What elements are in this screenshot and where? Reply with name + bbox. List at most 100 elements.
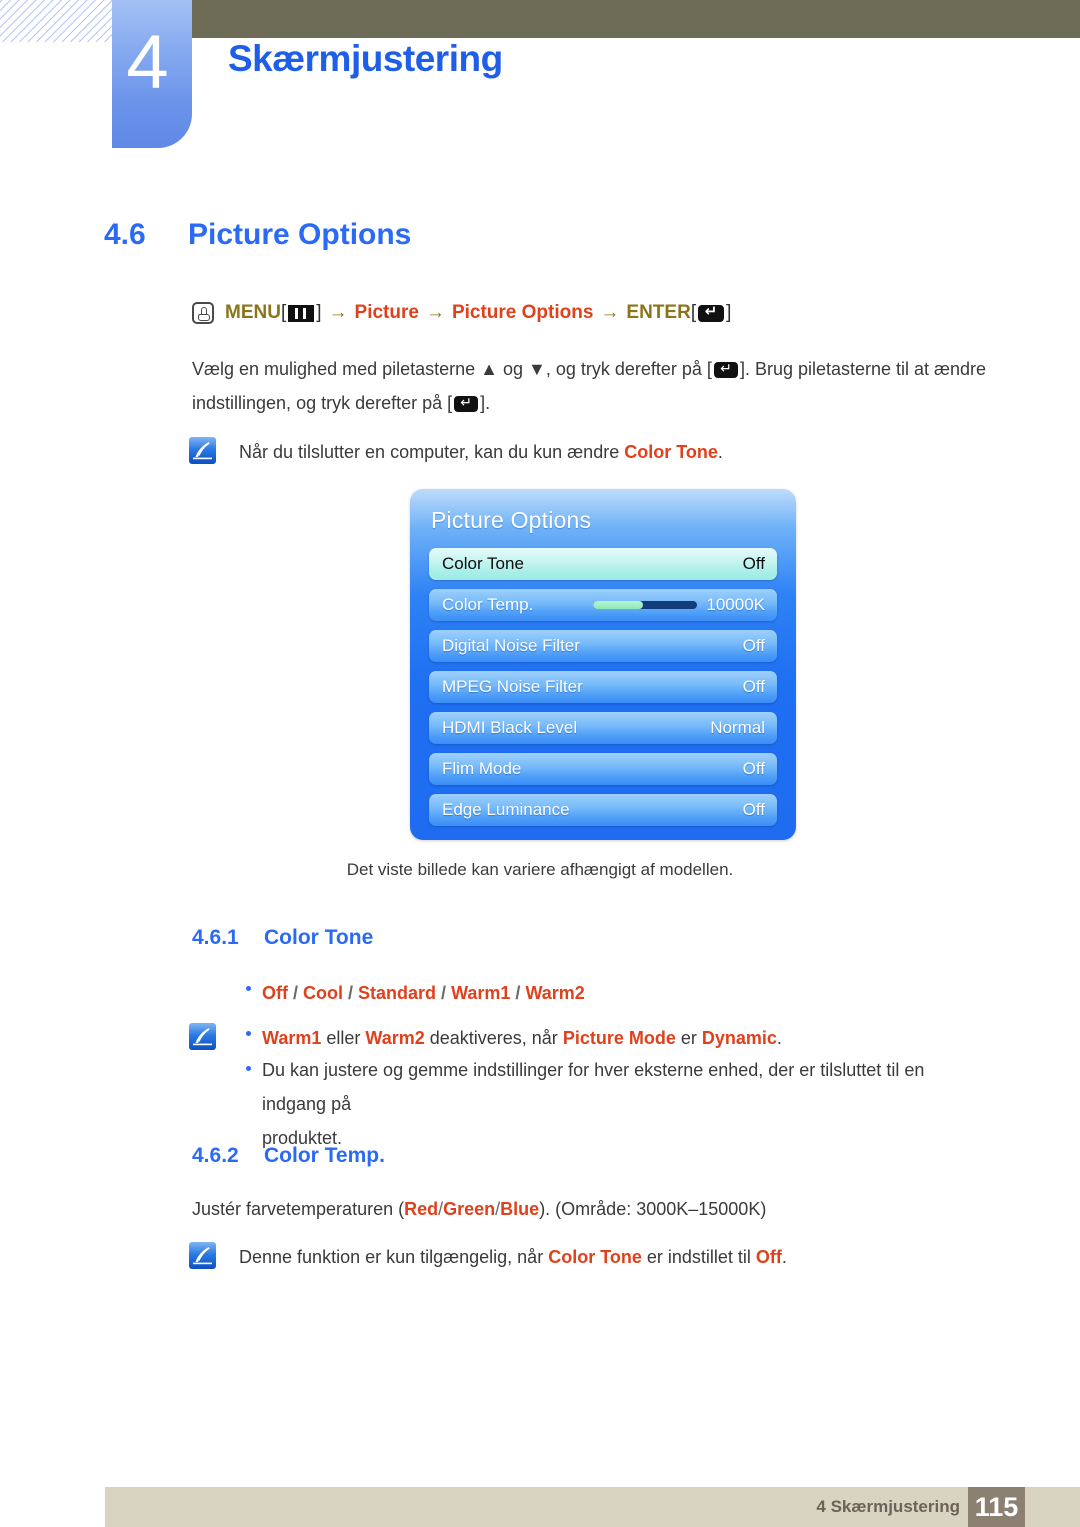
color-tone-options-list: Off / Cool / Standard / Warm1 / Warm2 <box>262 983 585 1003</box>
osd-row-label: Edge Luminance <box>442 800 570 819</box>
osd-row-label: Color Tone <box>442 554 524 573</box>
option-off: Off <box>262 983 288 1003</box>
intro-paragraph: Vælg en mulighed med piletasterne ▲ og ▼… <box>192 352 992 420</box>
note-top-keyword: Color Tone <box>624 442 718 462</box>
subsection-1-number: 4.6.1 <box>192 926 239 949</box>
intro-text-2: og <box>498 359 529 379</box>
subsection-2-number: 4.6.2 <box>192 1144 239 1167</box>
osd-row-label: HDMI Black Level <box>442 718 578 737</box>
note-keyword-color-tone: Color Tone <box>548 1247 642 1267</box>
menu-navigation-path: MENU [ ] → Picture → Picture Options → E… <box>192 302 731 324</box>
header-olive-band <box>192 0 1080 38</box>
list-bullet <box>246 986 251 991</box>
note-end: . <box>776 1028 782 1048</box>
note-quill-icon <box>189 1242 216 1269</box>
subsection-2-body: Justér farvetemperaturen (Red/Green/Blue… <box>192 1199 767 1219</box>
section-title: Picture Options <box>188 218 412 251</box>
osd-row[interactable]: Color Tone Off <box>429 548 777 580</box>
osd-menu-title: Picture Options <box>431 507 592 533</box>
osd-row[interactable]: HDMI Black Level Normal <box>429 712 777 744</box>
subsection-2-title: Color Temp. <box>264 1144 385 1167</box>
nav-menu-label: MENU <box>225 302 281 323</box>
note-mid-1: eller <box>321 1028 366 1048</box>
note-mid-2: deaktiveres, når <box>424 1028 563 1048</box>
enter-key-icon <box>713 361 738 379</box>
osd-row-value: Normal <box>710 718 765 737</box>
body-text-a: Justér farvetemperaturen ( <box>192 1199 405 1219</box>
note-keyword-warm2: Warm2 <box>365 1028 425 1048</box>
osd-row[interactable]: Edge Luminance Off <box>429 794 777 826</box>
option-warm1: Warm1 <box>451 983 511 1003</box>
note-text-c: . <box>781 1247 787 1267</box>
osd-row-value: Off <box>742 636 765 655</box>
enter-key-icon <box>454 395 479 413</box>
page-header: 4 Skærmjustering <box>0 0 1080 160</box>
note-2-line-1: Du kan justere og gemme indstillinger fo… <box>262 1060 925 1114</box>
subsection-heading-2: 4.6.2 Color Temp. <box>192 1144 385 1168</box>
hatch-decoration <box>0 0 122 42</box>
bracket-close-2: ] <box>726 302 732 323</box>
option-warm2: Warm2 <box>525 983 585 1003</box>
nav-arrow-1: → <box>328 302 348 323</box>
osd-row-value: Off <box>742 554 765 573</box>
osd-row[interactable]: MPEG Noise Filter Off <box>429 671 777 703</box>
intro-text-5: indstillingen, og tryk derefter på [ <box>192 393 453 413</box>
footer-label: 4 Skærmjustering <box>816 1497 960 1516</box>
subsection-heading-1: 4.6.1 Color Tone <box>192 926 373 950</box>
osd-row-value: Off <box>742 759 765 778</box>
osd-row-label: Color Temp. <box>442 595 534 614</box>
intro-text-4: ]. Brug piletasterne til at ændre <box>739 359 987 379</box>
bracket-open: [ <box>280 302 287 323</box>
osd-row-value: 10000K <box>706 595 765 614</box>
enter-key-icon <box>698 303 725 322</box>
osd-row-value: Off <box>742 800 765 819</box>
note-top-text-a: Når du tilslutter en computer, kan du ku… <box>239 442 625 462</box>
osd-row[interactable]: Flim Mode Off <box>429 753 777 785</box>
note-keyword-warm1: Warm1 <box>262 1028 322 1048</box>
note-text-b: er indstillet til <box>641 1247 756 1267</box>
nav-step-picture: Picture <box>354 302 419 323</box>
nav-step-picture-options: Picture Options <box>451 302 594 323</box>
note-keyword-dynamic: Dynamic <box>701 1028 777 1048</box>
page-number: 115 <box>968 1487 1025 1527</box>
subsection-1-note-2: Du kan justere og gemme indstillinger fo… <box>262 1053 992 1155</box>
keyword-green: Green <box>443 1199 496 1219</box>
section-heading: 4.6 Picture Options <box>104 218 411 252</box>
intro-text-3: , og tryk derefter på [ <box>545 359 712 379</box>
note-top-text-b: . <box>717 442 723 462</box>
osd-row[interactable]: Color Temp. 10000K <box>429 589 777 621</box>
osd-caption: Det viste billede kan variere afhængigt … <box>346 860 734 879</box>
note-keyword-picture-mode: Picture Mode <box>562 1028 676 1048</box>
osd-row-value: Off <box>742 677 765 696</box>
keyword-blue: Blue <box>500 1199 540 1219</box>
option-standard: Standard <box>358 983 437 1003</box>
section-number: 4.6 <box>104 218 146 251</box>
nav-enter-label: ENTER <box>626 302 691 323</box>
note-text-a: Denne funktion er kun tilgængelig, når <box>239 1247 549 1267</box>
up-arrow-glyph: ▲ <box>480 359 498 379</box>
option-cool: Cool <box>303 983 344 1003</box>
osd-menu-rows: Color Tone Off Color Temp. 10000K Digital No… <box>429 548 777 835</box>
subsection-2-note: Denne funktion er kun tilgængelig, når C… <box>239 1240 999 1274</box>
chapter-title: Skærmjustering <box>228 38 503 79</box>
list-bullet <box>246 1031 251 1036</box>
osd-row-label: MPEG Noise Filter <box>442 677 583 696</box>
note-mid-3: er <box>675 1028 702 1048</box>
hand-click-icon <box>192 302 214 324</box>
bracket-open-2: [ <box>690 302 697 323</box>
osd-slider-track[interactable] <box>593 601 698 609</box>
osd-menu-panel: Picture Options Color Tone Off Color Temp.… <box>410 489 796 840</box>
intro-text-6: ]. <box>480 393 491 413</box>
nav-arrow-2: → <box>425 302 445 323</box>
keyword-red: Red <box>404 1199 439 1219</box>
list-bullet <box>246 1066 251 1071</box>
osd-row-label: Flim Mode <box>442 759 522 778</box>
osd-slider[interactable]: 10000K <box>593 595 765 615</box>
subsection-1-title: Color Tone <box>264 926 374 949</box>
nav-arrow-3: → <box>600 302 620 323</box>
menu-bars-icon <box>288 304 315 322</box>
note-quill-icon <box>189 1023 216 1050</box>
osd-row[interactable]: Digital Noise Filter Off <box>429 630 777 662</box>
osd-row-label: Digital Noise Filter <box>442 636 580 655</box>
intro-text-1: Vælg en mulighed med piletasterne <box>192 359 481 379</box>
